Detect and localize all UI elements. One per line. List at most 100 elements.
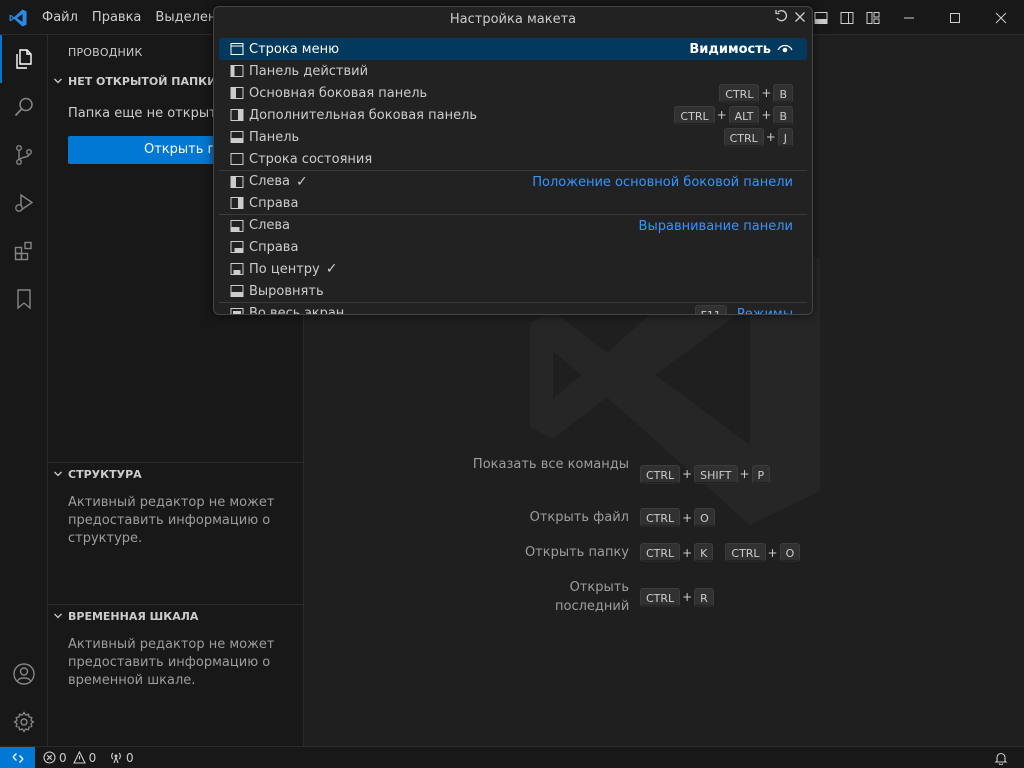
- keybinding: CTRL + ALT + B: [674, 104, 793, 126]
- visibility-label: Видимость: [689, 41, 771, 57]
- key-cap: O: [694, 508, 715, 527]
- timeline-empty-text: Активный редактор не может предоставить …: [68, 637, 275, 688]
- outline-header-label: СТРУКТУРА: [68, 467, 142, 481]
- key-cap: B: [773, 105, 793, 125]
- layout-item-label: Слева: [249, 218, 291, 233]
- layout-item-label: Справа: [249, 239, 299, 255]
- layout-item-panel[interactable]: Панель CTRL + J: [219, 126, 807, 148]
- layout-item-panel-justify[interactable]: Выровнять: [219, 280, 807, 302]
- key-cap: O: [779, 543, 801, 562]
- layout-item-sidebar-left[interactable]: Слева ✓ Положение основной боковой панел…: [219, 170, 807, 192]
- key-cap: CTRL: [640, 543, 681, 562]
- outline-empty-text: Активный редактор не может предоставить …: [68, 495, 275, 546]
- accounts-icon[interactable]: [0, 650, 48, 698]
- minimize-icon[interactable]: [886, 0, 932, 35]
- key-cap: CTRL: [719, 83, 760, 103]
- layout-item-label: Панель действий: [249, 63, 369, 79]
- group-label: Выравнивание панели: [638, 218, 793, 234]
- key-cap: P: [751, 464, 771, 484]
- explorer-icon[interactable]: [0, 35, 48, 83]
- close-window-icon[interactable]: [978, 0, 1024, 35]
- panel-align-left-icon: [230, 219, 244, 232]
- shortcut-keys: CTRL + R: [640, 578, 714, 616]
- key-cap: CTRL: [674, 105, 715, 125]
- key-cap: B: [773, 83, 793, 103]
- chevron-down-icon: [48, 469, 68, 479]
- layout-item-label: По центру: [249, 261, 320, 277]
- sidebar-title: ПРОВОДНИК: [68, 46, 143, 59]
- key-cap: K: [694, 543, 714, 562]
- menu-bar-layout-icon: [230, 43, 244, 55]
- shortcut-open-recent: Открыть последний CTRL + R: [305, 578, 714, 616]
- panel-layout-icon: [230, 131, 244, 143]
- shortcut-open-folder: Открыть папку CTRL + K CTRL + O: [305, 543, 801, 562]
- bookmarks-icon[interactable]: [0, 275, 48, 323]
- sidebar-right-icon: [230, 197, 244, 209]
- layout-controls: [808, 7, 886, 29]
- window-controls: [886, 0, 1024, 35]
- remote-indicator-icon[interactable]: [0, 747, 35, 768]
- panel-align-right-icon: [230, 241, 244, 253]
- layout-item-label: Справа: [249, 195, 299, 211]
- quickpick-list: Строка меню Видимость Панель действий Ос…: [219, 38, 807, 315]
- layout-item-activity-bar[interactable]: Панель действий: [219, 60, 807, 82]
- warning-count: 0: [88, 750, 97, 765]
- problems-indicator[interactable]: 0 0: [43, 747, 96, 768]
- key-cap: F11: [694, 304, 727, 314]
- layout-item-secondary-sidebar[interactable]: Дополнительная боковая панель CTRL + ALT +…: [219, 104, 807, 126]
- layout-item-panel-right[interactable]: Справа: [219, 236, 807, 258]
- toggle-secondary-sidebar-icon[interactable]: [834, 7, 860, 29]
- notifications-bell-icon[interactable]: [994, 747, 1008, 768]
- shortcut-keys: CTRL + K CTRL + O: [640, 543, 801, 562]
- chevron-down-icon: [48, 76, 68, 86]
- layout-item-primary-sidebar[interactable]: Основная боковая панель CTRL + B: [219, 82, 807, 104]
- shortcut-label: Открыть файл: [529, 510, 629, 525]
- layout-item-label: Во весь экран: [249, 306, 345, 315]
- key-cap: ALT: [728, 105, 760, 125]
- search-icon[interactable]: [0, 83, 48, 131]
- shortcut-open-file: Открыть файл CTRL + O: [305, 508, 715, 527]
- shortcut-keys: CTRL + SHIFT + P: [640, 455, 771, 493]
- reset-icon[interactable]: [774, 7, 788, 33]
- fullscreen-icon: [230, 307, 244, 314]
- layout-item-panel-center[interactable]: По центру ✓: [219, 258, 807, 280]
- ports-count: 0: [126, 750, 134, 765]
- maximize-icon[interactable]: [932, 0, 978, 35]
- layout-item-label: Слева: [249, 174, 291, 189]
- layout-item-status-bar[interactable]: Строка состояния: [219, 148, 807, 170]
- menu-bar: Файл Правка Выделение: [35, 0, 240, 35]
- status-bar-layout-icon: [230, 153, 244, 165]
- keybinding: F11 Режимы: [694, 303, 793, 314]
- ports-indicator[interactable]: 0: [109, 747, 134, 768]
- timeline-section-header[interactable]: ВРЕМЕННАЯ ШКАЛА: [48, 605, 303, 627]
- customize-layout-icon[interactable]: [860, 7, 886, 29]
- settings-gear-icon[interactable]: [0, 698, 48, 746]
- layout-item-fullscreen[interactable]: Во весь экран F11 Режимы: [219, 302, 807, 315]
- secondary-sidebar-layout-icon: [230, 109, 244, 121]
- layout-item-panel-left[interactable]: Слева Выравнивание панели: [219, 214, 807, 236]
- outline-section-header[interactable]: СТРУКТУРА: [48, 463, 303, 485]
- key-cap: J: [777, 127, 793, 147]
- layout-item-label: Выровнять: [249, 283, 324, 299]
- key-cap: CTRL: [723, 127, 764, 147]
- shortcut-label: Открыть папку: [524, 545, 629, 560]
- key-cap: CTRL: [640, 508, 681, 527]
- source-control-icon[interactable]: [0, 131, 48, 179]
- checkmark-icon: ✓: [296, 173, 308, 190]
- layout-item-label: Основная боковая панель: [249, 85, 428, 101]
- menu-file[interactable]: Файл: [35, 7, 85, 29]
- layout-item-sidebar-right[interactable]: Справа: [219, 192, 807, 214]
- close-icon[interactable]: [794, 7, 806, 33]
- layout-item-label: Строка меню: [249, 41, 340, 57]
- menu-edit[interactable]: Правка: [85, 7, 148, 29]
- key-cap: CTRL: [640, 587, 681, 607]
- visibility-toggle[interactable]: Видимость: [689, 38, 793, 60]
- sidebar-left-icon: [230, 175, 244, 188]
- extensions-icon[interactable]: [0, 227, 48, 275]
- primary-sidebar-layout-icon: [230, 87, 244, 99]
- chevron-down-icon: [48, 611, 68, 621]
- layout-item-menu-bar[interactable]: Строка меню Видимость: [219, 38, 807, 60]
- quickpick-title: Настройка макета: [214, 7, 812, 33]
- panel-align-justify-icon: [230, 285, 244, 297]
- run-debug-icon[interactable]: [0, 179, 48, 227]
